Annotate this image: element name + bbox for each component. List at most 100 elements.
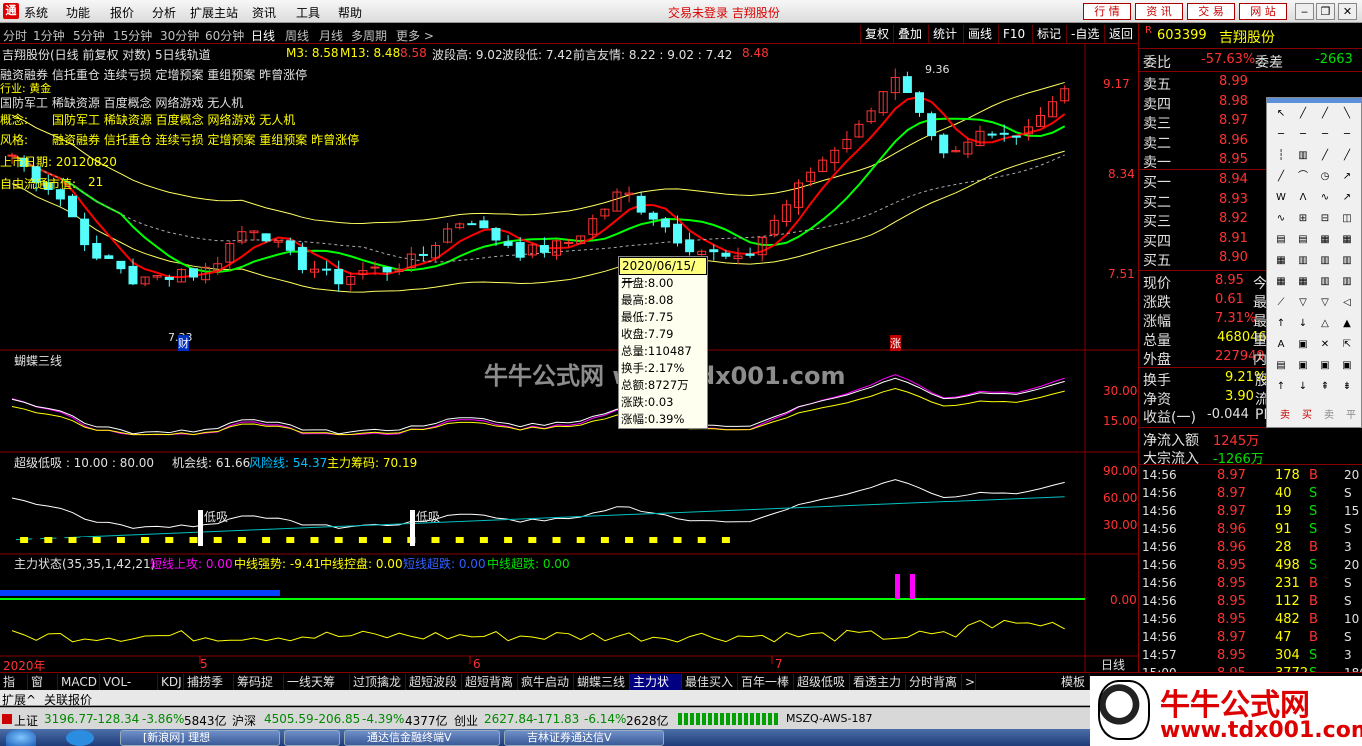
draw-tool-icon[interactable]: ▥ xyxy=(1315,253,1335,269)
draw-tool-icon[interactable]: ✕ xyxy=(1315,337,1335,353)
draw-tool-icon[interactable]: ∿ xyxy=(1271,211,1291,227)
draw-tool-icon[interactable]: ▤ xyxy=(1293,232,1313,248)
tab-5[interactable]: 捕捞季节 xyxy=(184,674,234,705)
limit-up-mark[interactable]: 涨 xyxy=(890,335,901,351)
draw-tool-icon[interactable]: ▥ xyxy=(1293,148,1313,164)
tool-f10[interactable]: F10 xyxy=(998,25,1029,43)
menu-extension[interactable]: 扩展主站 xyxy=(190,4,238,21)
draw-tool-icon[interactable]: ▣ xyxy=(1293,337,1313,353)
draw-tool-icon[interactable]: ▽ xyxy=(1315,295,1335,311)
tab-13[interactable]: 主力状态 xyxy=(630,674,682,705)
tab-11[interactable]: 疯牛启动 xyxy=(518,674,574,690)
draw-tool-icon[interactable]: ⌒ xyxy=(1293,169,1313,185)
toolbox-flat-label[interactable]: 平 xyxy=(1341,408,1361,424)
draw-tool-icon[interactable]: W xyxy=(1271,190,1291,206)
ie-icon[interactable] xyxy=(66,730,94,746)
menu-tools[interactable]: 工具 xyxy=(296,4,320,21)
tab-16[interactable]: 超级低吸 xyxy=(794,674,850,690)
draw-tool-icon[interactable]: A xyxy=(1271,337,1291,353)
period-30min[interactable]: 30分钟 xyxy=(160,27,199,44)
period-week[interactable]: 周线 xyxy=(285,27,309,44)
tab-15[interactable]: 百年一棒 xyxy=(738,674,794,690)
tab-3[interactable]: VOL-TDX xyxy=(100,674,158,705)
draw-tool-icon[interactable]: ▦ xyxy=(1315,232,1335,248)
menu-help[interactable]: 帮助 xyxy=(338,4,362,21)
tool-stats[interactable]: 统计 xyxy=(928,25,961,43)
task-jilin[interactable]: 吉林证券通达信V xyxy=(504,730,664,746)
draw-tool-icon[interactable]: △ xyxy=(1315,316,1335,332)
draw-tool-icon[interactable]: ╲ xyxy=(1337,106,1357,122)
tab-8[interactable]: 过顶擒龙 xyxy=(350,674,406,690)
tab-6[interactable]: 筹码捉牛 xyxy=(234,674,284,705)
restore-icon[interactable]: ❐ xyxy=(1316,3,1335,20)
draw-tool-icon[interactable]: ▲ xyxy=(1337,316,1357,332)
draw-tool-icon[interactable]: ↑ xyxy=(1271,379,1291,395)
draw-tool-icon[interactable]: ↑ xyxy=(1271,316,1291,332)
draw-tool-icon[interactable]: ▤ xyxy=(1271,232,1291,248)
period-multi[interactable]: 多周期 xyxy=(351,27,387,44)
tab-related-quote[interactable]: 关联报价 xyxy=(44,691,92,708)
draw-tool-icon[interactable]: ▥ xyxy=(1337,253,1357,269)
tab-18[interactable]: 分时背离 xyxy=(906,674,962,690)
tool-mark[interactable]: 标记 xyxy=(1032,25,1065,43)
draw-tool-icon[interactable]: ⇱ xyxy=(1337,337,1357,353)
draw-tool-icon[interactable]: ─ xyxy=(1293,127,1313,143)
period-1min[interactable]: 1分钟 xyxy=(33,27,65,44)
period-fenshi[interactable]: 分时 xyxy=(3,27,27,44)
draw-tool-icon[interactable]: ↗ xyxy=(1337,190,1357,206)
draw-tool-icon[interactable]: ▣ xyxy=(1337,358,1357,374)
draw-tool-icon[interactable]: ▦ xyxy=(1293,274,1313,290)
draw-tool-icon[interactable]: ▥ xyxy=(1337,274,1357,290)
site-button[interactable]: 网 站 xyxy=(1239,3,1287,20)
draw-tool-icon[interactable]: ∿ xyxy=(1315,190,1335,206)
draw-tool-icon[interactable]: ↖ xyxy=(1271,106,1291,122)
tab-17[interactable]: 看透主力 xyxy=(850,674,906,690)
tab-1[interactable]: 窗口 xyxy=(28,674,58,705)
tab-14[interactable]: 最佳买入 xyxy=(682,674,738,690)
close-icon[interactable]: ✕ xyxy=(1338,3,1357,20)
tool-overlay[interactable]: 叠加 xyxy=(893,25,926,43)
draw-tool-icon[interactable]: ↓ xyxy=(1293,379,1313,395)
draw-tool-icon[interactable]: ▥ xyxy=(1315,274,1335,290)
trade-button[interactable]: 交 易 xyxy=(1187,3,1235,20)
tab-12[interactable]: 蝴蝶三线 xyxy=(574,674,630,690)
menu-function[interactable]: 功能 xyxy=(66,4,90,21)
draw-tool-icon[interactable]: ▤ xyxy=(1271,358,1291,374)
tool-fuquan[interactable]: 复权 xyxy=(860,25,893,43)
draw-toolbox[interactable]: ↖ ╱ ╱ ╲ ─ ─ ─ ─ ┆ ▥ ╱ ╱ ╱ ⌒ ◷ ↗ W Ʌ ∿ ↗ ∿ ⊞ ⊟ ◫ ▤ ▤ ▦ ▦ ▦ ▥ ▥ ▥ ▦ ▦ ▥ ▥ ⟋ ▽ ▽ ◁… xyxy=(1266,97,1362,428)
toolbox-buy-label[interactable]: 买 xyxy=(1297,408,1317,424)
draw-tool-icon[interactable]: ▦ xyxy=(1271,253,1291,269)
tab-0[interactable]: 指标 xyxy=(0,674,28,705)
period-more[interactable]: 更多 > xyxy=(396,27,434,44)
draw-tool-icon[interactable]: ╱ xyxy=(1337,148,1357,164)
start-orb-icon[interactable] xyxy=(6,729,36,746)
task-wechat[interactable] xyxy=(284,730,340,746)
tab-9[interactable]: 超短波段 xyxy=(406,674,462,690)
draw-tool-icon[interactable]: ⊟ xyxy=(1315,211,1335,227)
draw-tool-icon[interactable]: ╱ xyxy=(1315,148,1335,164)
menu-system[interactable]: 系统 xyxy=(24,4,48,21)
draw-tool-icon[interactable]: ◷ xyxy=(1315,169,1335,185)
tab-7[interactable]: 一线天筹码 xyxy=(284,674,350,705)
task-sina[interactable]: [新浪网] 理想 xyxy=(120,730,280,746)
draw-tool-icon[interactable]: ─ xyxy=(1315,127,1335,143)
tool-back[interactable]: 返回 xyxy=(1104,25,1137,43)
draw-tool-icon[interactable]: Ʌ xyxy=(1293,190,1313,206)
draw-tool-icon[interactable]: ╱ xyxy=(1271,169,1291,185)
period-5min[interactable]: 5分钟 xyxy=(73,27,105,44)
draw-tool-icon[interactable]: ▽ xyxy=(1293,295,1313,311)
minimize-icon[interactable]: ‒ xyxy=(1295,3,1314,20)
period-month[interactable]: 月线 xyxy=(319,27,343,44)
draw-tool-icon[interactable]: ╱ xyxy=(1315,106,1335,122)
draw-tool-icon[interactable]: ◫ xyxy=(1337,211,1357,227)
draw-tool-icon[interactable]: ⇞ xyxy=(1315,379,1335,395)
draw-tool-icon[interactable]: ─ xyxy=(1337,127,1357,143)
draw-tool-icon[interactable]: ↓ xyxy=(1293,316,1313,332)
period-day[interactable]: 日线 xyxy=(251,27,275,44)
draw-tool-icon[interactable]: ─ xyxy=(1271,127,1291,143)
draw-tool-icon[interactable]: ↗ xyxy=(1337,169,1357,185)
tab-19[interactable]: > xyxy=(962,674,976,690)
draw-tool-icon[interactable]: ▦ xyxy=(1337,232,1357,248)
tab-20[interactable]: 模板 xyxy=(1058,674,1090,690)
task-tdx[interactable]: 通达信金融终端V xyxy=(344,730,500,746)
